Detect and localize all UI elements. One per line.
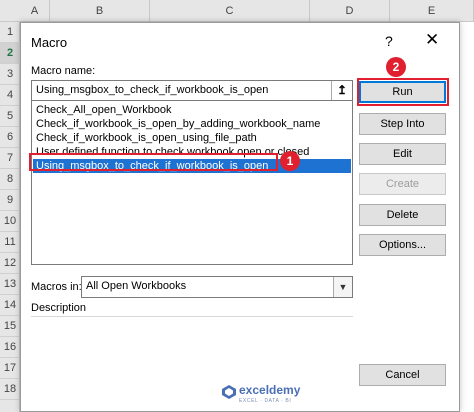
row-header[interactable]: 12 bbox=[0, 253, 20, 274]
column-header-b[interactable]: B bbox=[50, 0, 150, 22]
highlight-box-selected-macro bbox=[29, 153, 278, 171]
row-header[interactable]: 15 bbox=[0, 316, 20, 337]
options-button[interactable]: Options... bbox=[359, 234, 446, 256]
help-icon[interactable]: ? bbox=[385, 33, 393, 49]
row-header[interactable]: 7 bbox=[0, 148, 20, 169]
delete-button[interactable]: Delete bbox=[359, 204, 446, 226]
description-label: Description bbox=[31, 302, 87, 314]
step-marker-2: 2 bbox=[386, 57, 406, 77]
macros-in-label: Macros in: bbox=[31, 281, 82, 293]
macro-name-input[interactable]: Using_msgbox_to_check_if_workbook_is_ope… bbox=[31, 80, 353, 101]
row-header[interactable]: 16 bbox=[0, 337, 20, 358]
watermark-name: exceldemy bbox=[239, 383, 301, 397]
row-header[interactable]: 17 bbox=[0, 358, 20, 379]
macro-list[interactable]: Check_All_open_Workbook Check_if_workboo… bbox=[31, 100, 353, 265]
chevron-down-icon[interactable]: ▼ bbox=[333, 277, 352, 297]
macro-list-item[interactable]: Check_if_workbook_is_open_by_adding_work… bbox=[33, 117, 351, 131]
watermark-tagline: EXCEL · DATA · BI bbox=[239, 398, 292, 404]
cancel-button[interactable]: Cancel bbox=[359, 364, 446, 386]
column-header-a[interactable]: A bbox=[20, 0, 50, 22]
column-header-e[interactable]: E bbox=[390, 0, 474, 22]
row-header[interactable]: 13 bbox=[0, 274, 20, 295]
macro-name-label: Macro name: bbox=[31, 65, 96, 77]
macros-in-dropdown[interactable]: All Open Workbooks bbox=[81, 276, 353, 298]
row-header[interactable]: 11 bbox=[0, 232, 20, 253]
row-header[interactable]: 9 bbox=[0, 190, 20, 211]
row-header-bar: 1 2 3 4 5 6 7 8 9 10 11 12 13 14 15 16 1… bbox=[0, 22, 20, 412]
row-header[interactable]: 14 bbox=[0, 295, 20, 316]
macro-dialog: Macro ? ✕ Macro name: Using_msgbox_to_ch… bbox=[20, 22, 460, 412]
highlight-box-run bbox=[357, 78, 449, 106]
macro-list-item[interactable]: Check_if_workbook_is_open_using_file_pat… bbox=[33, 131, 351, 145]
row-header[interactable]: 4 bbox=[0, 85, 20, 106]
column-header-bar: A B C D E bbox=[0, 0, 474, 22]
exceldemy-logo-icon bbox=[222, 385, 236, 399]
column-header-c[interactable]: C bbox=[150, 0, 310, 22]
collapse-icon[interactable]: ↥ bbox=[331, 81, 352, 100]
row-header[interactable]: 8 bbox=[0, 169, 20, 190]
column-header-d[interactable]: D bbox=[310, 0, 390, 22]
row-header[interactable]: 2 bbox=[0, 43, 20, 64]
step-into-button[interactable]: Step Into bbox=[359, 113, 446, 135]
row-header[interactable]: 18 bbox=[0, 379, 20, 400]
description-divider bbox=[31, 316, 353, 317]
row-header[interactable]: 1 bbox=[0, 22, 20, 43]
row-header[interactable]: 10 bbox=[0, 211, 20, 232]
dialog-title: Macro bbox=[31, 35, 68, 50]
exceldemy-watermark: exceldemy EXCEL · DATA · BI bbox=[222, 381, 312, 409]
macro-list-item[interactable]: Check_All_open_Workbook bbox=[33, 103, 351, 117]
row-header[interactable]: 3 bbox=[0, 64, 20, 85]
row-header[interactable]: 5 bbox=[0, 106, 20, 127]
create-button: Create bbox=[359, 173, 446, 195]
edit-button[interactable]: Edit bbox=[359, 143, 446, 165]
close-icon[interactable]: ✕ bbox=[425, 30, 439, 50]
step-marker-1: 1 bbox=[280, 151, 300, 171]
row-header[interactable]: 6 bbox=[0, 127, 20, 148]
